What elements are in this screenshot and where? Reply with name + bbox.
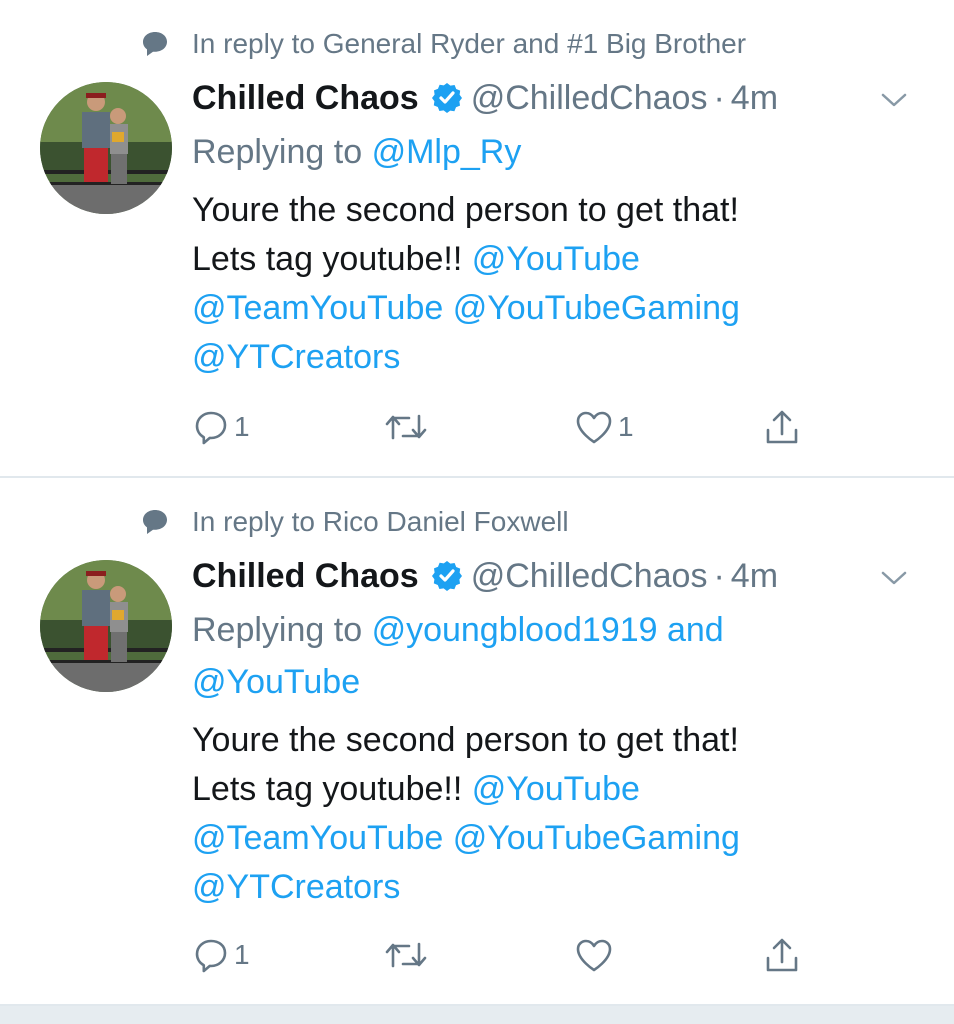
chevron-down-icon[interactable] (874, 80, 914, 120)
separator-dot: · (713, 79, 725, 117)
retweet-icon (384, 936, 428, 974)
tweet-header: Chilled Chaos @ChilledChaos · 4m (192, 554, 914, 598)
replying-prefix: Replying to (192, 611, 363, 649)
replying-mention[interactable]: @youngblood1919 and (372, 611, 724, 649)
reply-button[interactable]: 1 (192, 408, 250, 446)
verified-badge-icon (431, 560, 463, 592)
tweet-text-line: Lets tag youtube!! @YouTube (192, 765, 914, 814)
separator-dot: · (713, 557, 725, 595)
replying-prefix: Replying to (192, 133, 363, 171)
replying-mention[interactable]: @Mlp_Ry (372, 133, 522, 171)
heart-icon (574, 936, 614, 974)
like-button[interactable] (574, 936, 618, 974)
like-count: 1 (618, 411, 634, 442)
reply-button[interactable]: 1 (192, 936, 250, 974)
share-button[interactable] (762, 936, 802, 976)
tweet-content: Chilled Chaos @ChilledChaos · 4m Replyin… (192, 554, 914, 912)
mention-link[interactable]: @YouTube (472, 770, 640, 808)
like-button[interactable]: 1 (574, 408, 634, 446)
tweet-header: Chilled Chaos @ChilledChaos · 4m (192, 76, 914, 120)
heart-icon (574, 408, 614, 446)
reply-count: 1 (234, 939, 250, 970)
replying-to: Replying to @Mlp_Ry (192, 126, 914, 178)
verified-badge-icon (431, 82, 463, 114)
user-handle[interactable]: @ChilledChaos (471, 554, 708, 598)
tweet-text-line: Youre the second person to get that! (192, 191, 739, 229)
retweet-button[interactable] (384, 408, 432, 446)
tweet[interactable]: In reply to General Ryder and #1 Big Bro… (0, 0, 954, 478)
timeline-gap (0, 1006, 954, 1024)
display-name[interactable]: Chilled Chaos (192, 76, 419, 120)
reply-icon (192, 408, 230, 446)
reply-context: In reply to General Ryder and #1 Big Bro… (140, 28, 746, 60)
chevron-down-icon[interactable] (874, 558, 914, 598)
tweet-text-plain: Lets tag youtube!! (192, 240, 463, 278)
speech-bubble-icon (140, 507, 170, 537)
share-icon (762, 408, 802, 448)
tweet-text-line: Youre the second person to get that! (192, 721, 739, 759)
speech-bubble-icon (140, 29, 170, 59)
mention-link[interactable]: @TeamYouTube @YouTubeGaming (192, 284, 914, 333)
tweet[interactable]: In reply to Rico Daniel Foxwell Chilled … (0, 478, 954, 1006)
avatar[interactable] (40, 560, 172, 692)
retweet-button[interactable] (384, 936, 432, 974)
reply-context-text: In reply to Rico Daniel Foxwell (192, 506, 569, 537)
tweet-text-line: Lets tag youtube!! @YouTube (192, 235, 914, 284)
share-icon (762, 936, 802, 976)
mention-link[interactable]: @YTCreators (192, 863, 914, 912)
tweet-text: Youre the second person to get that! Let… (192, 186, 914, 382)
avatar[interactable] (40, 82, 172, 214)
mention-link[interactable]: @YouTube (472, 240, 640, 278)
reply-context: In reply to Rico Daniel Foxwell (140, 506, 569, 538)
tweet-time[interactable]: 4m (731, 554, 778, 598)
user-handle[interactable]: @ChilledChaos (471, 76, 708, 120)
replying-mention[interactable]: @YouTube (192, 656, 914, 708)
timeline: In reply to General Ryder and #1 Big Bro… (0, 0, 954, 1024)
reply-icon (192, 936, 230, 974)
tweet-content: Chilled Chaos @ChilledChaos · 4m Replyin… (192, 76, 914, 382)
reply-context-text: In reply to General Ryder and #1 Big Bro… (192, 28, 747, 59)
tweet-text-plain: Lets tag youtube!! (192, 770, 463, 808)
retweet-icon (384, 408, 428, 446)
mention-link[interactable]: @TeamYouTube @YouTubeGaming (192, 814, 914, 863)
tweet-actions: 1 (192, 936, 914, 986)
mention-link[interactable]: @YTCreators (192, 333, 914, 382)
tweet-time[interactable]: 4m (731, 76, 778, 120)
replying-to: Replying to @youngblood1919 and @YouTube (192, 604, 914, 708)
share-button[interactable] (762, 408, 802, 448)
tweet-text: Youre the second person to get that! Let… (192, 716, 914, 912)
tweet-actions: 1 1 (192, 408, 914, 458)
display-name[interactable]: Chilled Chaos (192, 554, 419, 598)
reply-count: 1 (234, 411, 250, 442)
